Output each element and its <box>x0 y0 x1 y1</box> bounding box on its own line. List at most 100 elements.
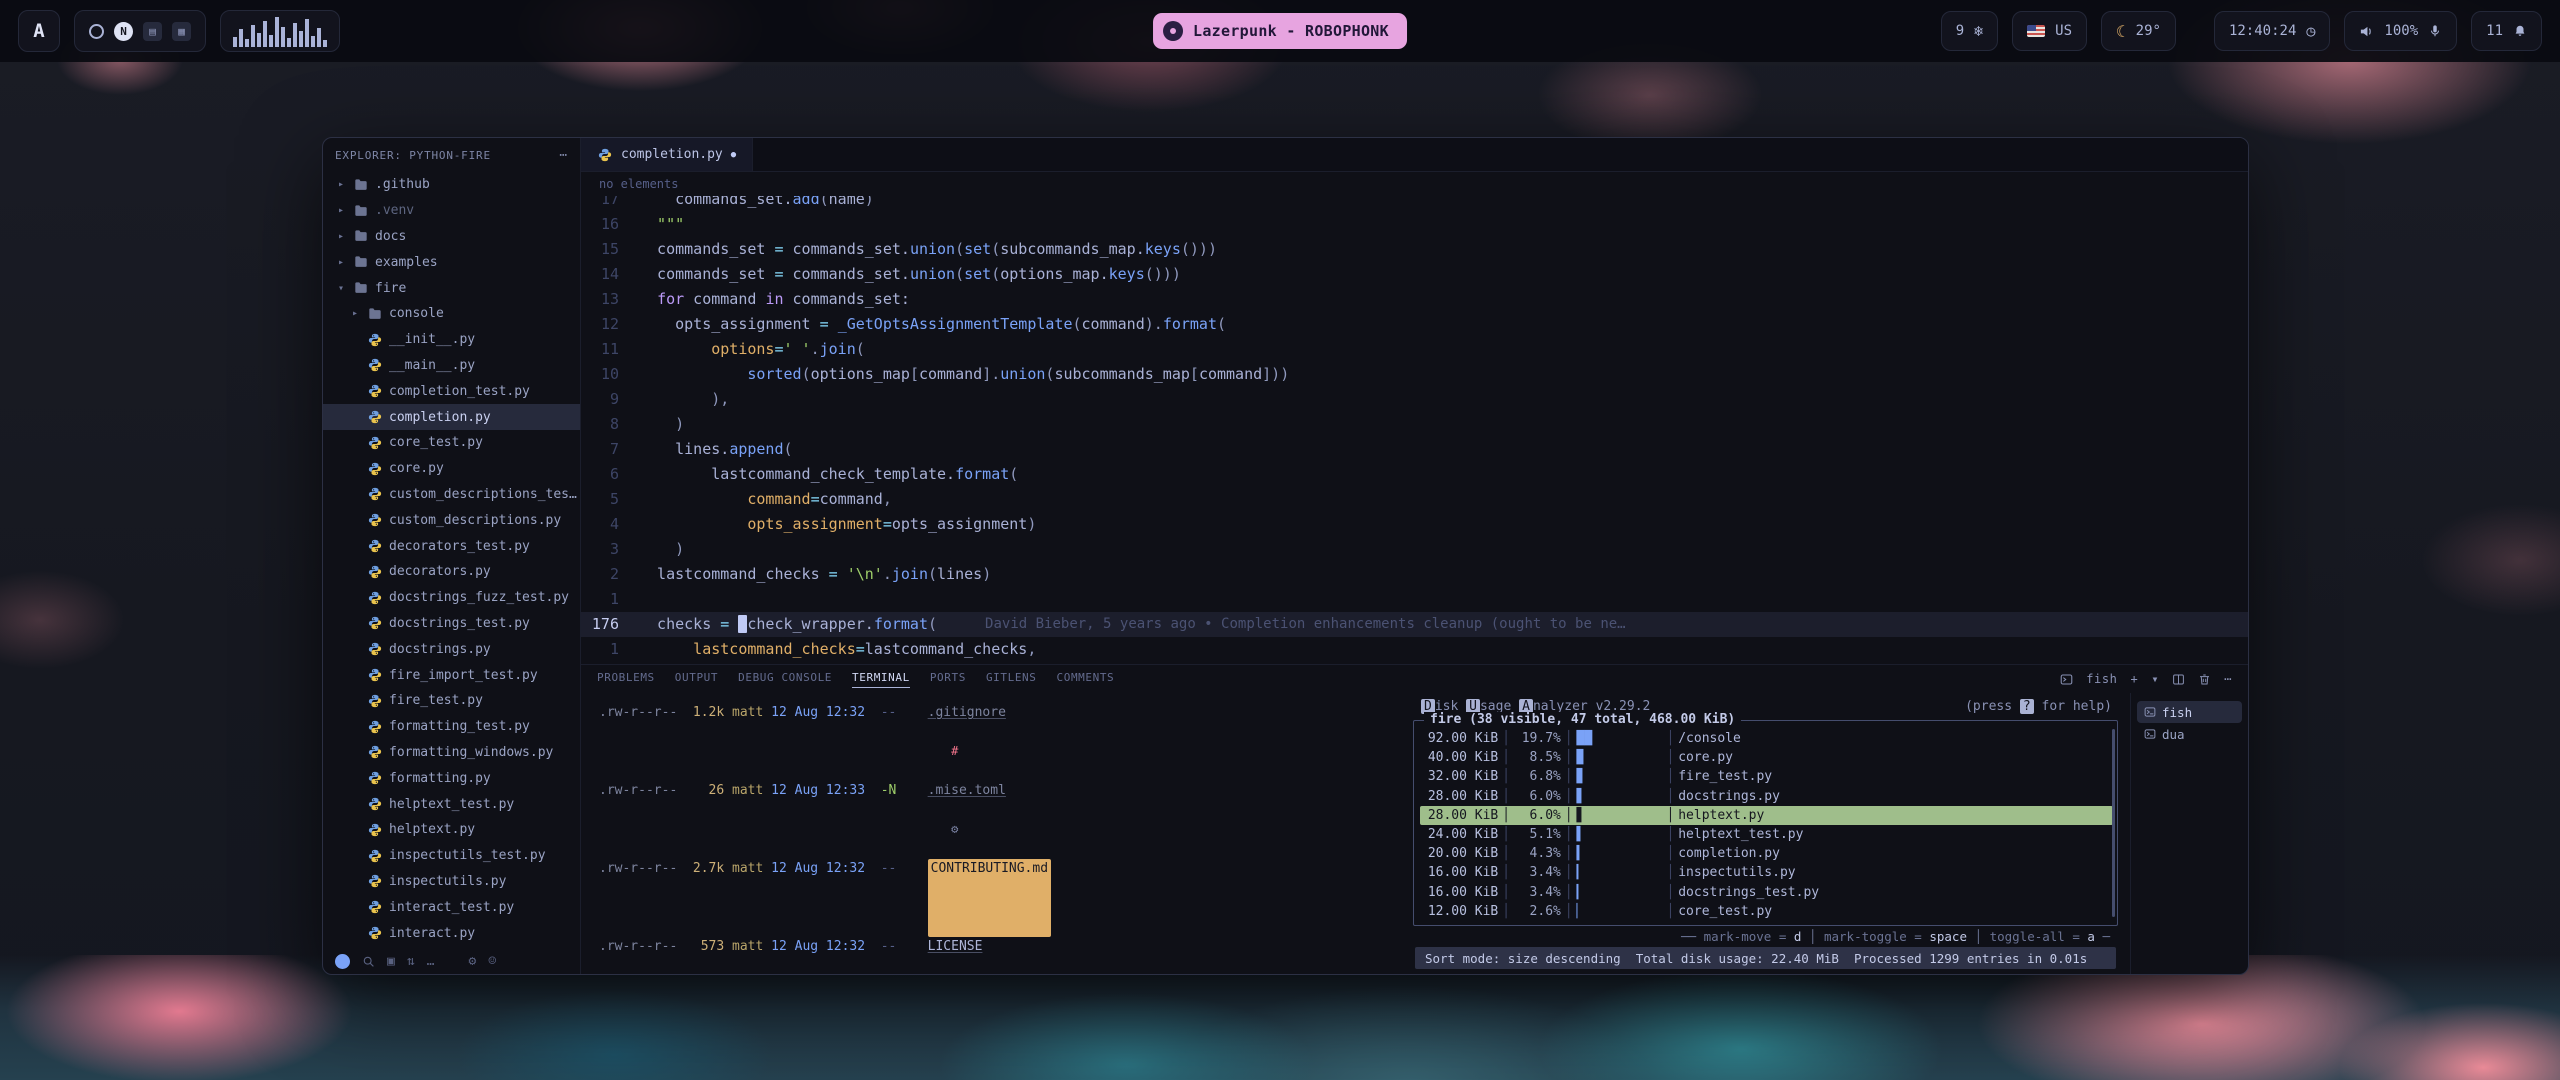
tree-item[interactable]: docstrings_fuzz_test.py <box>323 585 580 611</box>
tree-item[interactable]: formatting_test.py <box>323 714 580 740</box>
split-terminal-icon[interactable] <box>2172 673 2185 686</box>
tree-item[interactable]: fire_test.py <box>323 688 580 714</box>
code-line[interactable]: 6 lastcommand_check_template.format( <box>581 462 2248 487</box>
tree-item[interactable]: ▸ .venv <box>323 198 580 224</box>
breadcrumb[interactable]: no elements <box>581 172 2248 196</box>
core.py[interactable]: 40.00 KiB │ 8.5% │ ▉ │ core.py <box>1420 748 2113 767</box>
docstrings_test.py[interactable]: 16.00 KiB │ 3.4% │ ▎ │ docstrings_test.p… <box>1420 883 2113 902</box>
kill-terminal-icon[interactable] <box>2198 673 2211 686</box>
keyboard-layout[interactable]: US <box>2012 11 2087 51</box>
feedback-smiley-icon[interactable]: ☺ <box>488 954 496 969</box>
terminal-dropdown-icon[interactable]: ▾ <box>2151 672 2159 686</box>
disk-usage-pane[interactable]: Disk Usage Analyzer v2.29.2 (press ? for… <box>1407 693 2130 974</box>
search-icon[interactable] <box>362 955 375 968</box>
code-line[interactable]: 17 commands_set.add(name) <box>581 196 2248 212</box>
scrollbar[interactable] <box>2112 729 2115 917</box>
fire_test.py[interactable]: 32.00 KiB │ 6.8% │ ▊ │ fire_test.py <box>1420 767 2113 786</box>
clock-widget[interactable]: 12:40:24 ◷ <box>2214 11 2330 51</box>
gear-icon[interactable]: ⚙ <box>468 954 476 969</box>
core_test.py[interactable]: 12.00 KiB │ 2.6% │ ▏ │ core_test.py <box>1420 902 2113 921</box>
tree-item[interactable]: core_test.py <box>323 430 580 456</box>
helptext.py[interactable]: 28.00 KiB │ 6.0% │ ▋ │ helptext.py <box>1420 806 2113 825</box>
tree-item[interactable]: docstrings_test.py <box>323 611 580 637</box>
/console[interactable]: 92.00 KiB │ 19.7% │ ██ │ /console <box>1420 729 2113 748</box>
tree-item[interactable]: helptext_test.py <box>323 791 580 817</box>
code-line[interactable]: 13 for command in commands_set: <box>581 287 2248 312</box>
terminal-session[interactable]: fish <box>2137 701 2242 723</box>
tree-item[interactable]: interact.py <box>323 920 580 940</box>
list-app-icon[interactable]: ▤ <box>143 22 162 41</box>
tree-item[interactable]: decorators.py <box>323 559 580 585</box>
code-line[interactable]: 11 options=' '.join( <box>581 337 2248 362</box>
new-terminal-icon[interactable]: + <box>2131 672 2139 686</box>
tree-item[interactable]: ▸ console <box>323 301 580 327</box>
audio-widget[interactable]: 100% <box>2344 11 2457 51</box>
more-icon[interactable]: … <box>427 954 435 969</box>
panel-tab[interactable]: COMMENTS <box>1057 671 1115 688</box>
tree-item[interactable]: inspectutils.py <box>323 869 580 895</box>
code-line[interactable]: 7 lines.append( <box>581 437 2248 462</box>
code-line[interactable]: 176 checks = check_wrapper.format( David… <box>581 612 2248 637</box>
tab-completion-py[interactable]: completion.py ● <box>581 138 753 171</box>
code-line[interactable]: 10 sorted(options_map[command].union(sub… <box>581 362 2248 387</box>
tree-item[interactable]: fire_import_test.py <box>323 662 580 688</box>
tree-item[interactable]: ▾ fire <box>323 275 580 301</box>
tree-item[interactable]: decorators_test.py <box>323 533 580 559</box>
docstrings.py[interactable]: 28.00 KiB │ 6.0% │ ▋ │ docstrings.py <box>1420 787 2113 806</box>
tree-item[interactable]: docstrings.py <box>323 636 580 662</box>
tree-item[interactable]: core.py <box>323 456 580 482</box>
panel-tab[interactable]: PORTS <box>930 671 966 688</box>
code-line[interactable]: 15 commands_set = commands_set.union(set… <box>581 237 2248 262</box>
tree-item[interactable]: inspectutils_test.py <box>323 843 580 869</box>
code-editor[interactable]: 17 commands_set.add(name) 16 """ 15 comm… <box>581 196 2248 664</box>
explorer-more-icon[interactable]: ⋯ <box>559 148 568 163</box>
tree-item[interactable]: __init__.py <box>323 327 580 353</box>
code-line[interactable]: 8 ) <box>581 412 2248 437</box>
terminal[interactable]: .rw-r--r-- 1.2k matt 12 Aug 12:32 -- # .… <box>581 693 1407 974</box>
remote-indicator[interactable] <box>335 954 350 969</box>
helptext_test.py[interactable]: 24.00 KiB │ 5.1% │ ▌ │ helptext_test.py <box>1420 825 2113 844</box>
tree-item[interactable]: custom_descriptions.py <box>323 507 580 533</box>
code-line[interactable]: 12 opts_assignment = _GetOptsAssignmentT… <box>581 312 2248 337</box>
tree-item[interactable]: completion.py <box>323 404 580 430</box>
tree-item[interactable]: ▸ docs <box>323 224 580 250</box>
modified-dot-icon[interactable]: ● <box>731 150 736 160</box>
record-app-icon[interactable] <box>89 24 104 39</box>
tree-item[interactable]: formatting_windows.py <box>323 740 580 766</box>
code-line[interactable]: 16 """ <box>581 212 2248 237</box>
more-actions-icon[interactable]: ⋯ <box>2224 672 2232 686</box>
grid-app-icon[interactable]: ▦ <box>172 22 191 41</box>
panel-tab[interactable]: PROBLEMS <box>597 671 655 688</box>
n-badge-app-icon[interactable]: N <box>114 22 133 41</box>
code-line[interactable]: 14 commands_set = commands_set.union(set… <box>581 262 2248 287</box>
tree-item[interactable]: custom_descriptions_test… <box>323 482 580 508</box>
active-terminal-label[interactable]: fish <box>2086 672 2117 686</box>
code-line[interactable]: 3 ) <box>581 537 2248 562</box>
panel-tab[interactable]: DEBUG CONSOLE <box>738 671 832 688</box>
code-line[interactable]: 1 <box>581 587 2248 612</box>
tree-item[interactable]: completion_test.py <box>323 378 580 404</box>
weather-widget[interactable]: ☾ 29° <box>2101 11 2176 51</box>
tree-item[interactable]: formatting.py <box>323 765 580 791</box>
launcher-button[interactable]: A <box>18 10 60 52</box>
extensions-icon[interactable]: ▣ <box>387 954 395 969</box>
now-playing-badge[interactable]: Lazerpunk - ROBOPHONK <box>1153 13 1407 49</box>
code-line[interactable]: 2 lastcommand_checks = '\n'.join(lines) <box>581 562 2248 587</box>
terminal-session[interactable]: dua <box>2137 723 2242 745</box>
code-line[interactable]: 1 lastcommand_checks=lastcommand_checks, <box>581 637 2248 662</box>
completion.py[interactable]: 20.00 KiB │ 4.3% │ ▍ │ completion.py <box>1420 844 2113 863</box>
code-line[interactable]: 5 command=command, <box>581 487 2248 512</box>
code-line[interactable]: 9 ), <box>581 387 2248 412</box>
tree-item[interactable]: helptext.py <box>323 817 580 843</box>
tree-item[interactable]: ▸ .github <box>323 172 580 198</box>
tree-item[interactable]: ▸ examples <box>323 249 580 275</box>
panel-tab[interactable]: OUTPUT <box>675 671 718 688</box>
panel-tab[interactable]: TERMINAL <box>852 671 910 688</box>
tree-item[interactable]: interact_test.py <box>323 894 580 920</box>
inspectutils.py[interactable]: 16.00 KiB │ 3.4% │ ▎ │ inspectutils.py <box>1420 863 2113 882</box>
code-line[interactable]: 4 opts_assignment=opts_assignment) <box>581 512 2248 537</box>
tree-item[interactable]: __main__.py <box>323 353 580 379</box>
sync-icon[interactable]: ⇅ <box>407 954 415 969</box>
notifications-badge[interactable]: 11 <box>2471 11 2542 51</box>
panel-tab[interactable]: GITLENS <box>986 671 1037 688</box>
